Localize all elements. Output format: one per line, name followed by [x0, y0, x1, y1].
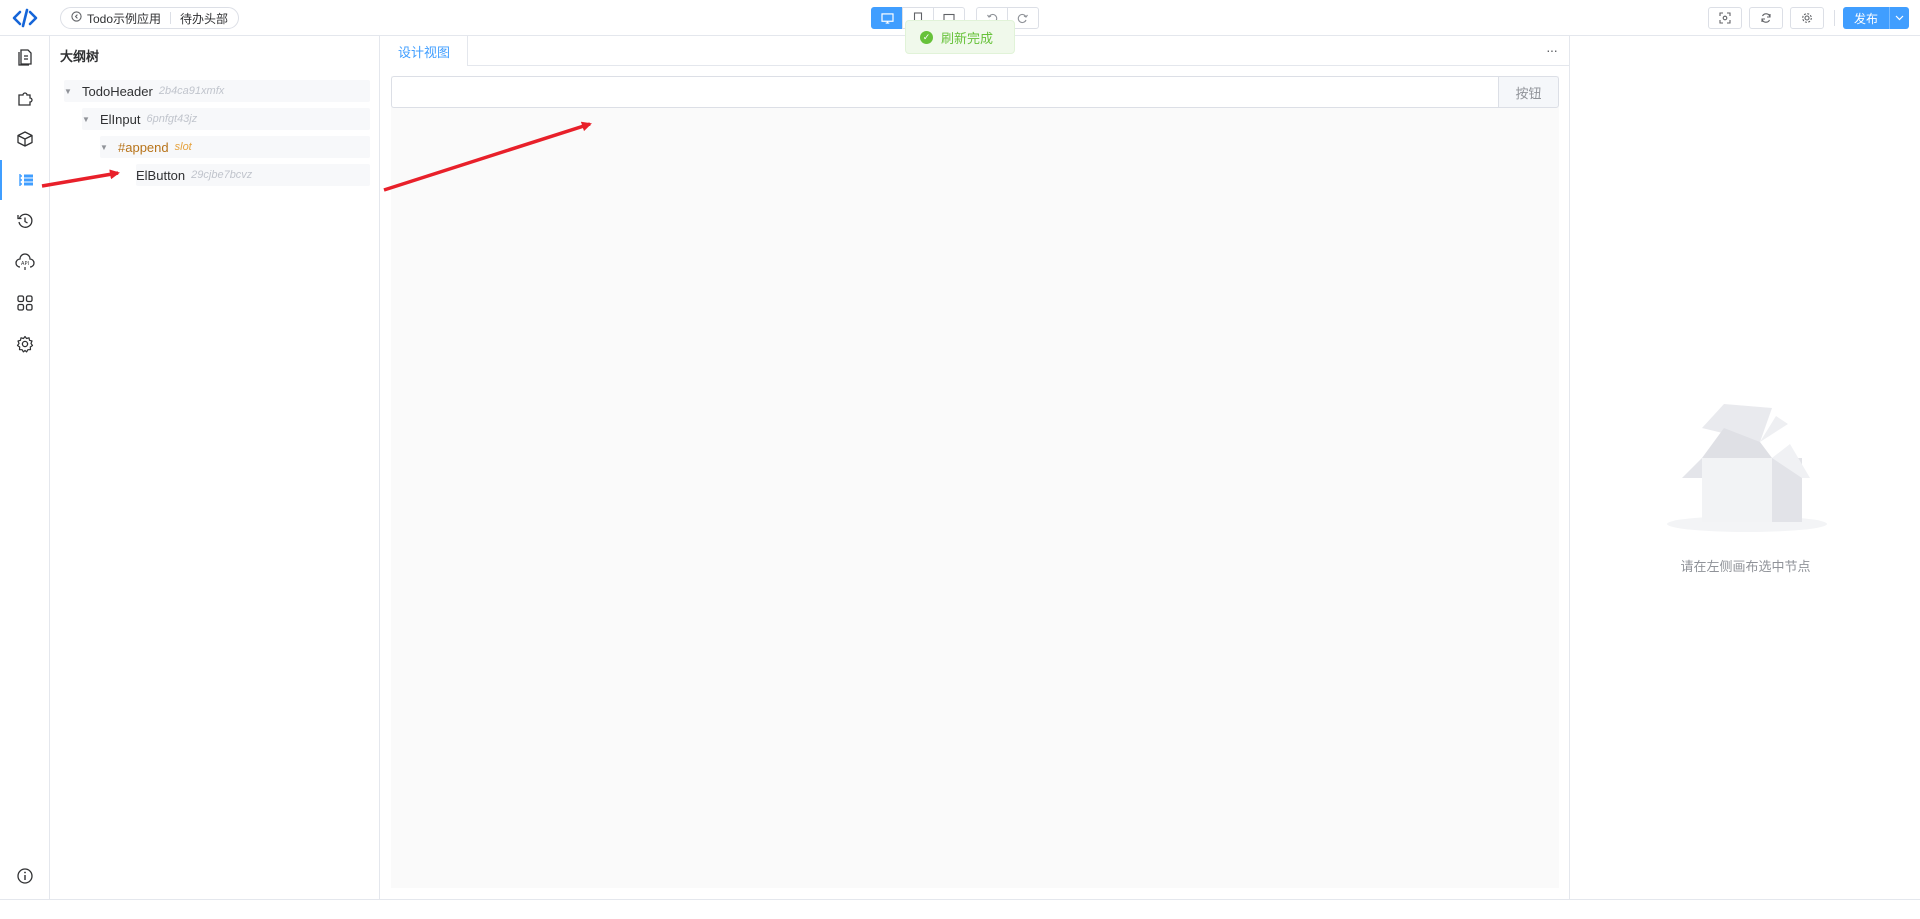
tree-node-elbutton[interactable]: ElButton 29cjbe7bcvz — [136, 164, 370, 186]
rail-history[interactable] — [0, 201, 49, 241]
caret-down-icon[interactable]: ▼ — [82, 115, 92, 124]
refresh-button[interactable] — [1749, 7, 1783, 29]
append-button[interactable]: 按钮 — [1498, 76, 1559, 108]
empty-hint-text: 请在左侧画布选中节点 — [1680, 559, 1811, 574]
publish-dropdown-button[interactable] — [1889, 7, 1909, 29]
left-icon-rail: API — [0, 36, 50, 900]
check-circle-icon: ✓ — [920, 30, 933, 44]
history-icon — [16, 213, 32, 228]
settings-button[interactable] — [1790, 7, 1824, 29]
node-id: 29cjbe7bcvz — [191, 169, 253, 181]
refresh-icon — [1761, 13, 1771, 23]
rail-components[interactable] — [0, 78, 49, 118]
outline-panel: 大纲树 ▼ TodoHeader 2b4ca91xmfx ▼ ElInput 6… — [50, 36, 380, 900]
capture-icon — [1719, 12, 1731, 24]
design-canvas[interactable]: 按钮 — [391, 76, 1559, 888]
publish-button-group: 发布 — [1843, 7, 1909, 29]
divider — [1834, 10, 1835, 26]
rail-apps[interactable] — [0, 283, 49, 323]
bottom-border — [0, 899, 1920, 900]
toast-message: 刷新完成 — [941, 30, 994, 46]
info-icon — [16, 868, 33, 884]
cube-icon — [16, 131, 33, 147]
settings-gear-icon — [16, 335, 33, 353]
rail-settings[interactable] — [0, 324, 49, 364]
outline-title: 大纲树 — [60, 49, 100, 64]
empty-box-illustration — [1667, 404, 1827, 532]
tree-node-elinput[interactable]: ▼ ElInput 6pnfgt43jz — [82, 108, 370, 130]
divider — [170, 12, 172, 24]
rail-api[interactable]: API — [0, 242, 49, 282]
slot-name: #append — [118, 139, 169, 155]
more-icon[interactable]: ··· — [1546, 42, 1558, 58]
node-id: 6pnfgt43jz — [146, 113, 198, 125]
puzzle-icon — [17, 92, 33, 106]
monitor-icon — [880, 12, 894, 24]
project-switcher[interactable]: Todo示例应用 待办头部 — [60, 7, 240, 29]
pages-icon — [17, 49, 32, 66]
input-field[interactable] — [391, 76, 1498, 108]
project-name[interactable]: Todo示例应用 — [87, 10, 161, 27]
svg-text:API: API — [21, 261, 29, 267]
node-name: ElInput — [100, 111, 141, 127]
node-name: TodoHeader — [82, 83, 153, 99]
node-id: 2b4ca91xmfx — [158, 85, 225, 97]
back-circle-icon — [71, 11, 82, 25]
properties-panel: 请在左侧画布选中节点 — [1569, 36, 1920, 900]
app-logo-icon[interactable] — [12, 7, 38, 29]
preview-el-input[interactable]: 按钮 — [391, 76, 1559, 108]
node-name: ElButton — [136, 167, 186, 183]
publish-button[interactable]: 发布 — [1843, 7, 1889, 29]
tree-node-todoheader[interactable]: ▼ TodoHeader 2b4ca91xmfx — [64, 80, 370, 102]
redo-icon — [1017, 13, 1028, 24]
page-name[interactable]: 待办头部 — [180, 10, 228, 27]
rail-blocks[interactable] — [0, 119, 49, 159]
right-tools: 发布 — [1701, 7, 1920, 29]
caret-down-icon[interactable]: ▼ — [100, 143, 110, 152]
api-cloud-icon: API — [14, 253, 35, 270]
caret-down-icon[interactable]: ▼ — [64, 87, 74, 96]
rail-outline[interactable] — [0, 160, 49, 200]
success-toast: ✓ 刷新完成 — [905, 20, 1015, 54]
screenshot-button[interactable] — [1708, 7, 1742, 29]
gear-icon — [1802, 13, 1812, 23]
rail-info[interactable] — [0, 856, 49, 896]
canvas-area: 设计视图 ··· 按钮 — [381, 36, 1569, 900]
outline-tree-icon — [18, 174, 33, 186]
slot-tag: slot — [174, 141, 192, 153]
grid-apps-icon — [16, 295, 33, 311]
desktop-mode-button[interactable] — [871, 7, 903, 29]
tree-node-append-slot[interactable]: ▼ #append slot — [100, 136, 370, 158]
tab-design-view[interactable]: 设计视图 — [381, 36, 468, 66]
rail-pages[interactable] — [0, 37, 49, 77]
chevron-down-icon — [1895, 15, 1904, 21]
